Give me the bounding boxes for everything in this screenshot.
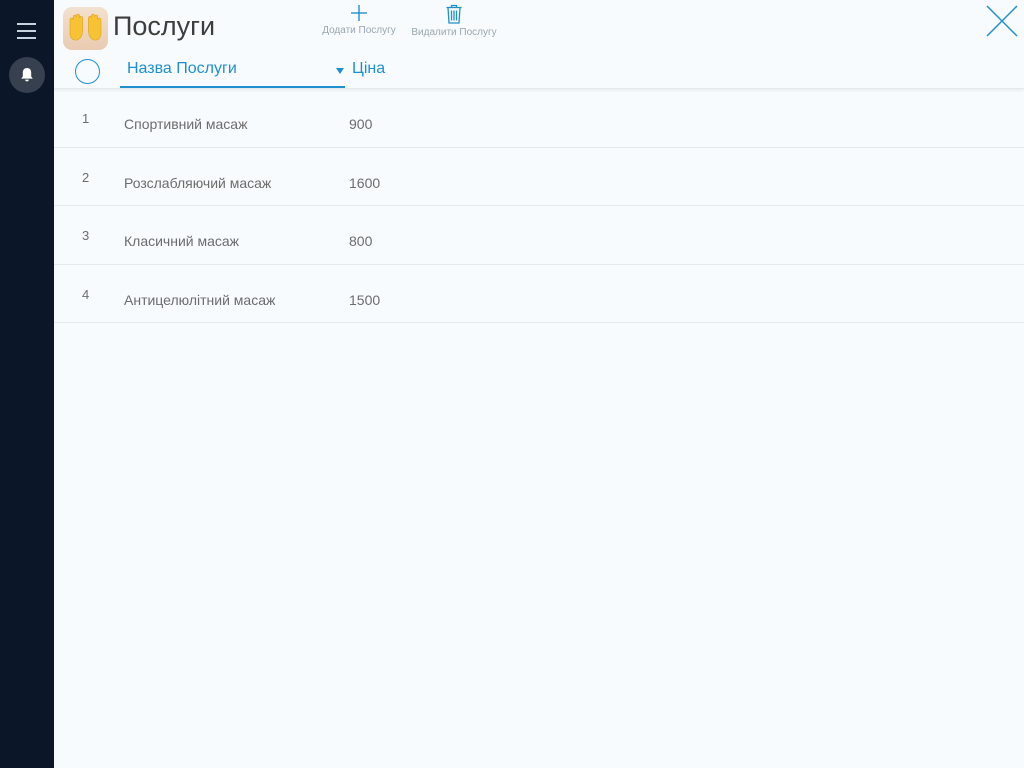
service-price: 1600 (349, 174, 381, 191)
column-name-label: Назва Послуги (127, 60, 237, 77)
raised-hands-icon (63, 7, 108, 50)
service-price: 1500 (349, 291, 381, 308)
menu-icon[interactable] (17, 23, 36, 40)
add-service-button[interactable]: Додати Послугу (318, 4, 400, 36)
sort-desc-icon[interactable] (336, 68, 344, 74)
plus-icon (351, 5, 367, 21)
service-price: 900 (349, 116, 373, 132)
notifications-button[interactable] (9, 57, 45, 93)
row-number: 1 (82, 111, 90, 126)
row-number: 4 (82, 286, 90, 302)
service-name: Розслабляючий масаж (124, 174, 272, 191)
table-header: Назва Послуги Ціна (54, 54, 1024, 89)
sidebar (0, 0, 54, 768)
column-header-name[interactable]: Назва Послуги (120, 54, 345, 88)
table-row[interactable]: 1 Спортивний масаж 900 (54, 89, 1024, 148)
service-price: 800 (349, 233, 373, 249)
table-row[interactable]: 2 Розслабляючий масаж 1600 (54, 148, 1024, 206)
delete-service-label: Видалити Послугу (411, 27, 497, 38)
add-service-label: Додати Послугу (322, 25, 396, 36)
close-icon (986, 5, 1018, 37)
main-panel: Послуги Додати Послугу Видалити Послугу (54, 0, 1024, 768)
service-name: Спортивний масаж (124, 116, 248, 132)
trash-icon (446, 4, 462, 24)
delete-service-button[interactable]: Видалити Послугу (406, 4, 502, 38)
select-all-checkbox[interactable] (75, 59, 100, 84)
table-row[interactable]: 3 Класичний масаж 800 (54, 206, 1024, 265)
row-number: 3 (82, 228, 90, 243)
table-row[interactable]: 4 Антицелюлітний масаж 1500 (54, 265, 1024, 323)
page-title: Послуги (113, 11, 216, 41)
column-header-price[interactable]: Ціна (352, 60, 385, 78)
bell-icon (21, 68, 33, 82)
service-name: Класичний масаж (124, 233, 240, 249)
close-button[interactable] (985, 4, 1019, 38)
services-list: 1 Спортивний масаж 900 2 Розслабляючий м… (54, 89, 1024, 323)
row-number: 2 (82, 169, 90, 185)
service-name: Антицелюлітний масаж (124, 291, 276, 308)
